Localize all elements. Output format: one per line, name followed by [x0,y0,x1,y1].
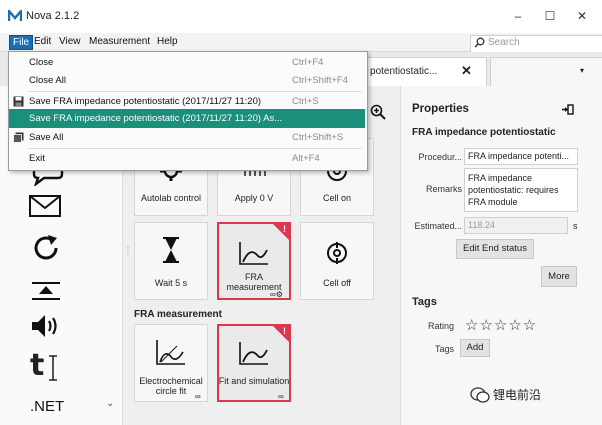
speaker-icon[interactable] [30,312,62,340]
search-icon [474,37,485,48]
edit-end-status-button[interactable]: Edit End status [456,239,534,259]
menu-item-close[interactable]: Close Ctrl+F4 [9,53,365,72]
remarks-line: potentiostatic: requires [468,185,559,195]
tags-title: Tags [412,296,437,308]
toolbox-scroll-down-icon[interactable]: ⌄ [106,398,114,409]
menu-item-shortcut: Ctrl+Shift+S [292,132,344,143]
remarks-field[interactable]: FRA impedance potentiostatic: requires F… [464,168,578,212]
properties-title: Properties [412,103,469,115]
menu-item-label: Save FRA impedance potentiostatic (2017/… [29,113,283,124]
circle-fit-icon [156,340,185,365]
search-placeholder: Search [488,37,520,48]
minimize-button[interactable]: – [503,6,533,26]
procedure-field[interactable]: FRA impedance potenti... [464,148,578,165]
more-button[interactable]: More [541,266,577,287]
tile-label: Cell on [322,193,351,203]
tile-label: Cell off [323,278,351,288]
zoom-in-icon[interactable] [370,104,386,120]
procedure-label: Procedur... [418,152,462,162]
rating-label: Rating [427,321,454,331]
menu-item-save-all[interactable]: Save All Ctrl+Shift+S [9,128,365,147]
envelope-icon[interactable] [28,194,62,218]
menu-item-exit[interactable]: Exit Alt+F4 [9,149,365,168]
menu-item-shortcut: Alt+F4 [292,153,320,164]
properties-subtitle: FRA impedance potentiostatic [412,127,556,138]
menu-item-label: Save FRA impedance potentiostatic (2017/… [29,96,262,107]
menu-help[interactable]: Help [154,35,181,48]
maximize-button[interactable]: ☐ [535,6,565,26]
menu-edit[interactable]: Edit [31,35,54,48]
pin-panel-icon[interactable] [562,104,574,115]
tile-label: Wait 5 s [154,278,188,288]
menu-measurement[interactable]: Measurement [86,35,153,48]
hourglass-icon [163,237,179,263]
tile-label: FRA measurement [226,272,282,292]
section-label: FRA measurement [134,309,222,320]
menu-item-label: Save All [29,132,64,143]
menu-item-close-all[interactable]: Close All Ctrl+Shift+F4 [9,71,365,90]
tile-label: Apply 0 V [234,193,274,203]
remarks-label: Remarks [425,184,462,194]
link-icon: ∞⚙ [270,290,283,299]
tile-label: Fit and simulation [218,376,290,386]
remarks-line: FRA module [468,197,518,207]
add-tag-button[interactable]: Add [460,339,490,357]
tab-overflow[interactable] [490,57,602,87]
rating-stars[interactable]: ☆☆☆☆☆ [465,316,537,334]
wechat-icon [470,387,490,403]
watermark-text: 锂电前沿 [493,388,542,402]
menu-item-label: Close All [29,75,66,86]
dotnet-tool[interactable]: .NET [30,398,64,415]
impedance-plot-icon [239,242,268,265]
link-icon: ∞ [278,392,284,401]
estimated-duration-field: 118.24 [464,217,568,234]
warning-badge [273,326,289,342]
text-cursor-icon [49,355,57,381]
menu-view[interactable]: View [56,35,84,48]
warning-badge-icon: ! [283,326,286,336]
tile-label: Autolab control [140,193,202,203]
nova-logo-icon [8,10,22,21]
menu-item-save-as[interactable]: Save FRA impedance potentiostatic (2017/… [9,109,365,128]
tab-dropdown-icon[interactable]: ▾ [580,66,584,75]
fit-plot-icon [239,342,268,365]
menu-file[interactable]: File [9,35,34,50]
window-title: Nova 2.1.2 [26,10,80,22]
tags-label: Tags [434,344,454,354]
warning-badge [273,224,289,240]
remarks-line: FRA impedance [468,173,533,183]
menu-item-label: Exit [29,153,45,164]
menu-item-label: Close [29,57,54,68]
import-icon[interactable] [30,280,62,302]
menu-item-shortcut: Ctrl+Shift+F4 [292,75,348,86]
warning-badge-icon: ! [283,224,286,234]
estimated-label: Estimated... [414,221,462,231]
estimated-unit: s [573,221,578,231]
link-icon: ∞ [195,392,201,401]
save-all-icon [13,132,24,143]
menu-item-shortcut: Ctrl+F4 [292,57,324,68]
tab-close-icon[interactable]: ✕ [461,63,472,79]
menu-item-shortcut: Ctrl+S [292,96,319,107]
refresh-icon[interactable] [30,232,62,264]
text-tool-icon[interactable]: t [30,350,44,382]
close-window-button[interactable]: ✕ [567,6,597,26]
splitter-grip[interactable]: ⋮ [123,246,133,257]
cell-off-icon [327,242,347,264]
save-icon [13,96,24,107]
